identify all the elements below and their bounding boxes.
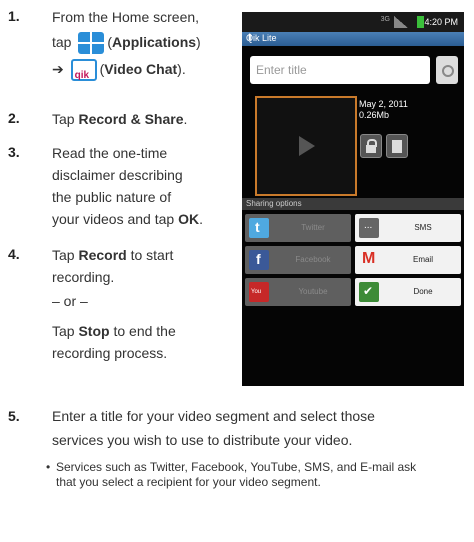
step-4-text: Tap Record to start recording. – or – Ta… bbox=[52, 244, 176, 364]
step-2-number: 2. bbox=[8, 110, 20, 126]
step-4-line4: recording process. bbox=[52, 345, 168, 361]
facebook-label: Facebook bbox=[295, 255, 331, 264]
step-4-line3: Tap Stop to end the bbox=[52, 320, 176, 342]
step-4-or: – or – bbox=[52, 293, 88, 309]
applications-label: Applications bbox=[112, 34, 197, 50]
sms-button[interactable]: SMS bbox=[355, 214, 461, 242]
video-size: 0.26Mb bbox=[359, 110, 390, 120]
facebook-icon bbox=[249, 250, 269, 270]
youtube-label: Youtube bbox=[298, 287, 328, 296]
step-1-tap: tap bbox=[52, 34, 72, 50]
email-button[interactable]: Email bbox=[355, 246, 461, 274]
step-3-line4c: . bbox=[199, 211, 203, 227]
app-title-bar: Qik Lite ⬆ bbox=[242, 32, 464, 46]
title-input[interactable]: Enter title bbox=[250, 56, 430, 84]
step-3-line3: the public nature of bbox=[52, 189, 172, 205]
sms-icon bbox=[359, 218, 379, 238]
step-1-text: From the Home screen, tap (Applications)… bbox=[52, 6, 201, 82]
play-icon bbox=[299, 136, 315, 156]
status-bar: 3G 4:20 PM bbox=[242, 12, 464, 32]
video-chat-icon: qik bbox=[70, 59, 97, 82]
phone-screenshot: 3G 4:20 PM Qik Lite ⬆ Enter title May 2,… bbox=[242, 12, 464, 386]
facebook-button[interactable]: Facebook bbox=[245, 246, 351, 274]
done-label: Done bbox=[413, 287, 433, 296]
video-date: May 2, 2011 bbox=[359, 99, 408, 109]
clear-button[interactable] bbox=[436, 56, 458, 84]
arrow-icon: ➔ bbox=[52, 61, 64, 77]
video-preview[interactable] bbox=[255, 96, 357, 196]
battery-icon bbox=[417, 16, 424, 28]
twitter-button[interactable]: Twitter bbox=[245, 214, 351, 242]
step-3-line4: your videos and tap OK. bbox=[52, 208, 203, 230]
services-bullet: Services such as Twitter, Facebook, YouT… bbox=[46, 460, 466, 490]
upload-icon: ⬆ bbox=[246, 32, 254, 42]
step-2-pre: Tap bbox=[52, 111, 75, 127]
step-4-line3a: Tap bbox=[52, 323, 75, 339]
step-4-line1c: to start bbox=[130, 247, 174, 263]
step-4-line2: recording. bbox=[52, 269, 115, 285]
video-chat-label: Video Chat bbox=[104, 61, 178, 77]
youtube-button[interactable]: Youtube bbox=[245, 278, 351, 306]
ok-label: OK bbox=[178, 211, 200, 227]
step-3-line1: Read the one-time bbox=[52, 145, 168, 161]
checkmark-icon bbox=[359, 282, 379, 302]
twitter-label: Twitter bbox=[301, 223, 325, 232]
record-share-label: Record & Share bbox=[78, 111, 184, 127]
step-1-line3: ➔ qik (Video Chat). bbox=[52, 56, 201, 82]
step-1-line1: From the Home screen, bbox=[52, 9, 200, 25]
step-4-line1a: Tap bbox=[52, 247, 75, 263]
step-5-line2: services you wish to use to distribute y… bbox=[52, 432, 353, 448]
stop-label: Stop bbox=[78, 323, 110, 339]
sharing-options-header: Sharing options bbox=[242, 198, 464, 210]
applications-icon bbox=[78, 32, 105, 55]
delete-button[interactable] bbox=[386, 134, 408, 158]
signal-icon bbox=[394, 16, 408, 28]
sms-label: SMS bbox=[414, 223, 432, 232]
video-meta: May 2, 2011 0.26Mb bbox=[359, 99, 408, 121]
status-time: 4:20 PM bbox=[424, 17, 458, 27]
step-5-line1: Enter a title for your video segment and… bbox=[52, 408, 375, 424]
step-1-number: 1. bbox=[8, 8, 20, 24]
step-4-line3c: to end the bbox=[113, 323, 176, 339]
step-2-post: . bbox=[183, 111, 188, 127]
lock-button[interactable] bbox=[360, 134, 382, 158]
email-label: Email bbox=[412, 255, 433, 264]
step-2-text: Tap Record & Share. bbox=[52, 108, 187, 130]
network-type: 3G bbox=[380, 16, 390, 23]
step-3-line4a: your videos and tap bbox=[52, 211, 175, 227]
step-4-line1: Tap Record to start bbox=[52, 244, 176, 266]
record-label: Record bbox=[78, 247, 127, 263]
youtube-icon bbox=[249, 282, 269, 302]
step-3-number: 3. bbox=[8, 144, 20, 160]
step-4-number: 4. bbox=[8, 246, 20, 262]
qik-icon: qik bbox=[74, 70, 90, 82]
step-5-number: 5. bbox=[8, 408, 20, 424]
bullet-line2: that you select a recipient for your vid… bbox=[56, 475, 321, 489]
step-5-text: Enter a title for your video segment and… bbox=[52, 404, 472, 452]
email-icon bbox=[359, 250, 379, 270]
done-button[interactable]: Done bbox=[355, 278, 461, 306]
twitter-icon bbox=[249, 218, 269, 238]
step-3-text: Read the one-time disclaimer describing … bbox=[52, 142, 203, 230]
step-1-line2: tap (Applications) bbox=[52, 28, 201, 56]
bullet-line1: Services such as Twitter, Facebook, YouT… bbox=[56, 460, 417, 474]
sharing-options-label: Sharing options bbox=[246, 199, 302, 208]
step-3-line2: disclaimer describing bbox=[52, 167, 183, 183]
